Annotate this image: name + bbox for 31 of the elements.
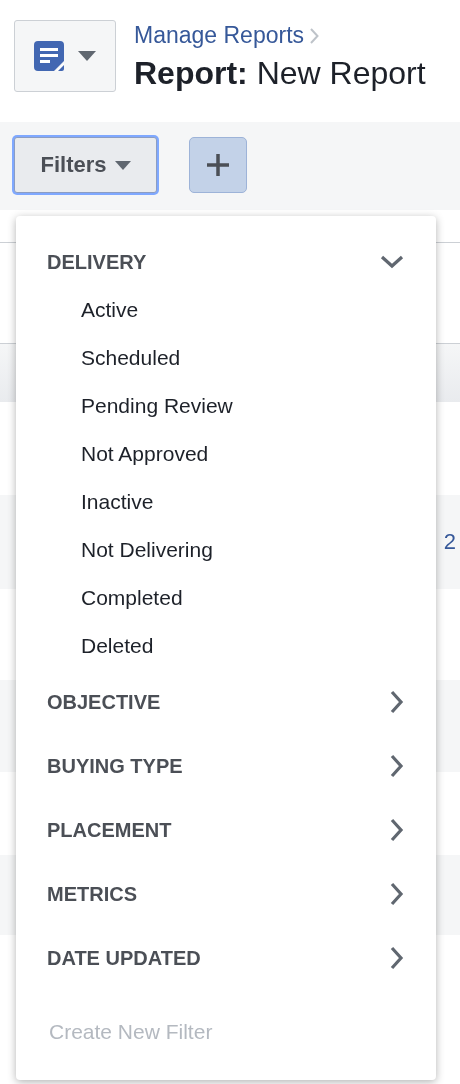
chevron-down-icon bbox=[380, 255, 404, 269]
caret-icon bbox=[114, 160, 131, 170]
filter-option[interactable]: Active bbox=[16, 286, 436, 334]
filter-option[interactable]: Not Delivering bbox=[16, 526, 436, 574]
chevron-right-icon bbox=[390, 882, 404, 906]
filter-category[interactable]: PLACEMENT bbox=[16, 798, 436, 862]
filter-option[interactable]: Completed bbox=[16, 574, 436, 622]
filter-option[interactable]: Deleted bbox=[16, 622, 436, 670]
caret-icon bbox=[78, 51, 96, 61]
report-menu-button[interactable] bbox=[14, 20, 116, 92]
filter-option[interactable]: Pending Review bbox=[16, 382, 436, 430]
filter-category[interactable]: OBJECTIVE bbox=[16, 670, 436, 734]
filter-option[interactable]: Inactive bbox=[16, 478, 436, 526]
filter-option[interactable]: Scheduled bbox=[16, 334, 436, 382]
chevron-right-icon bbox=[390, 754, 404, 778]
page-title: Report: New Report bbox=[134, 55, 426, 92]
add-button[interactable] bbox=[189, 137, 247, 193]
breadcrumb-link[interactable]: Manage Reports bbox=[134, 22, 305, 49]
chevron-right-icon bbox=[390, 690, 404, 714]
filter-category[interactable]: METRICS bbox=[16, 862, 436, 926]
filter-category[interactable]: DATE UPDATED bbox=[16, 926, 436, 990]
chevron-right-icon bbox=[310, 27, 320, 44]
filter-category[interactable]: BUYING TYPE bbox=[16, 734, 436, 798]
chevron-right-icon bbox=[390, 946, 404, 970]
filters-button[interactable]: Filters bbox=[14, 137, 157, 193]
filter-option[interactable]: Not Approved bbox=[16, 430, 436, 478]
plus-icon bbox=[207, 154, 229, 176]
chevron-right-icon bbox=[390, 818, 404, 842]
table-cell-text: 2 bbox=[443, 529, 456, 555]
report-icon bbox=[34, 41, 64, 71]
filter-category[interactable]: DELIVERY bbox=[16, 238, 436, 286]
